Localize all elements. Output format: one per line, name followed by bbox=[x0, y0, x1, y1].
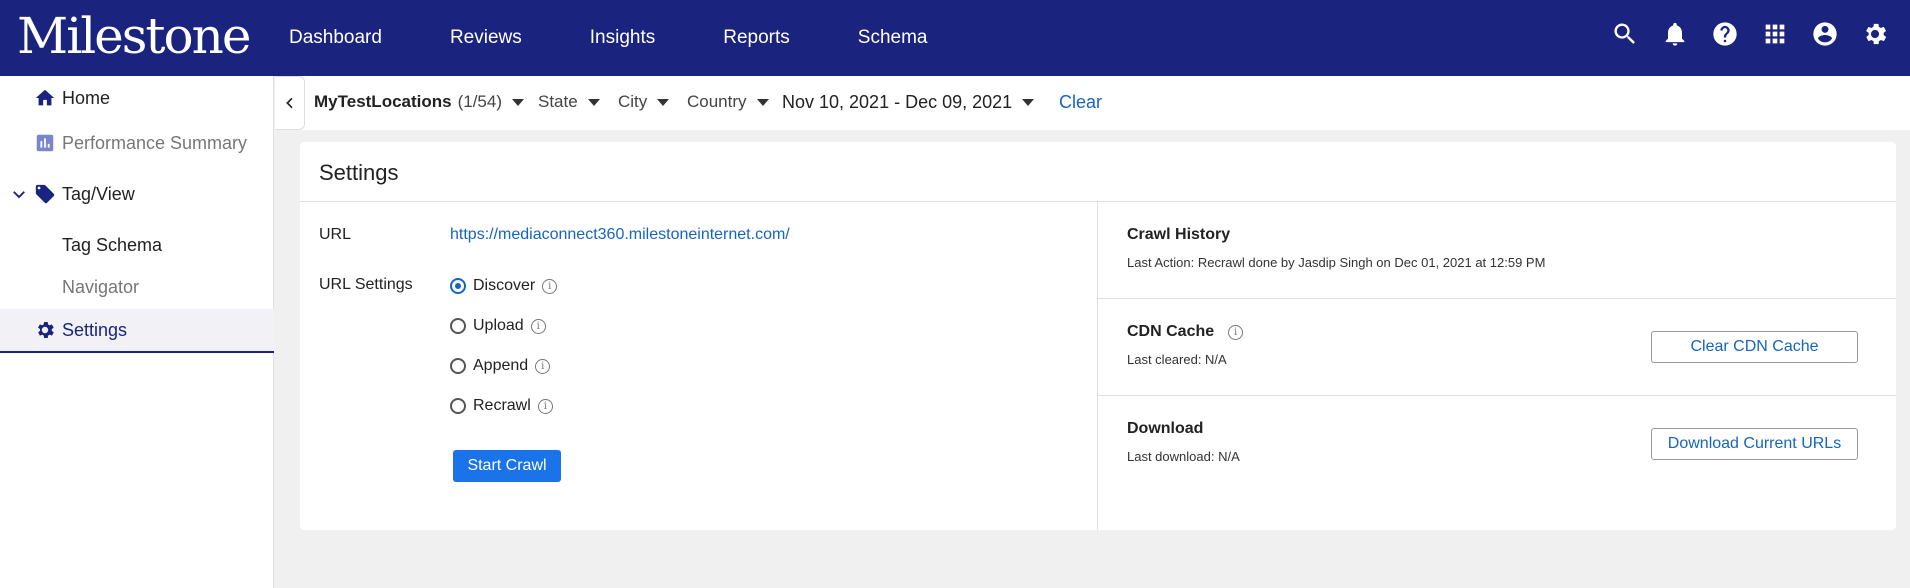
date-range-label: Nov 10, 2021 - Dec 09, 2021 bbox=[782, 92, 1013, 112]
caret-down-icon bbox=[1022, 99, 1035, 106]
crawl-history-last-action: Last Action: Recrawl done by Jasdip Sing… bbox=[1127, 255, 1546, 270]
radio-label: Append bbox=[473, 357, 529, 374]
sidebar-item-navigator[interactable]: Navigator bbox=[0, 265, 274, 309]
page-title: Settings bbox=[319, 160, 399, 185]
url-link[interactable]: https://mediaconnect360.milestoneinterne… bbox=[450, 226, 790, 244]
crawl-history-title: Crawl History bbox=[1127, 226, 1231, 243]
collapse-sidebar-button[interactable] bbox=[275, 76, 305, 130]
filter-bar: MyTestLocations (1/54) State City Countr… bbox=[275, 76, 1910, 130]
url-settings-label: URL Settings bbox=[319, 276, 413, 293]
cdn-cache-title-text: CDN Cache bbox=[1127, 323, 1215, 340]
url-label: URL bbox=[319, 226, 352, 243]
milestone-logo[interactable]: Milestone bbox=[17, 6, 251, 66]
cdn-cache-title: CDN Cache i bbox=[1127, 323, 1244, 341]
chevron-left-icon bbox=[285, 97, 293, 109]
clear-cdn-cache-button[interactable]: Clear CDN Cache bbox=[1651, 331, 1858, 363]
radio-label: Discover bbox=[473, 277, 536, 294]
settings-gear-icon[interactable] bbox=[1858, 16, 1892, 52]
location-count: (1/54) bbox=[457, 92, 503, 111]
caret-down-icon bbox=[657, 98, 670, 106]
radio-button[interactable] bbox=[450, 358, 466, 374]
info-icon[interactable]: i bbox=[537, 398, 553, 414]
info-icon[interactable]: i bbox=[542, 278, 558, 294]
radio-recrawl[interactable]: Recrawl i bbox=[450, 397, 553, 415]
cdn-cache-last-cleared: Last cleared: N/A bbox=[1127, 352, 1227, 367]
help-icon[interactable] bbox=[1708, 16, 1742, 52]
sidebar-item-label: Settings bbox=[62, 319, 128, 340]
info-icon[interactable]: i bbox=[530, 318, 546, 334]
crawl-history-section: Crawl History Last Action: Recrawl done … bbox=[1098, 202, 1896, 464]
nav-reports[interactable]: Reports bbox=[723, 27, 790, 49]
top-icons bbox=[1608, 16, 1892, 52]
nav-reviews[interactable]: Reviews bbox=[450, 27, 522, 49]
caret-down-icon bbox=[512, 98, 525, 106]
sidebar-item-label: Tag/View bbox=[62, 183, 135, 204]
location-name: MyTestLocations bbox=[314, 92, 452, 111]
radio-discover[interactable]: Discover i bbox=[450, 277, 558, 295]
sidebar-item-label: Performance Summary bbox=[62, 132, 248, 153]
account-icon[interactable] bbox=[1808, 16, 1842, 52]
city-filter-label: City bbox=[618, 92, 648, 111]
info-icon[interactable]: i bbox=[535, 358, 551, 374]
radio-button[interactable] bbox=[450, 278, 466, 294]
caret-down-icon bbox=[756, 98, 769, 106]
radio-label: Recrawl bbox=[473, 397, 531, 414]
caret-down-icon bbox=[587, 98, 600, 106]
city-filter[interactable]: City bbox=[618, 92, 670, 112]
radio-button[interactable] bbox=[450, 318, 466, 334]
sidebar-item-home[interactable]: Home bbox=[0, 76, 274, 120]
home-icon bbox=[33, 86, 57, 110]
download-current-urls-button[interactable]: Download Current URLs bbox=[1651, 428, 1858, 460]
tag-icon bbox=[33, 182, 57, 206]
divider bbox=[1098, 395, 1896, 396]
state-filter-label: State bbox=[538, 92, 578, 111]
country-filter-label: Country bbox=[687, 92, 747, 111]
start-crawl-button[interactable]: Start Crawl bbox=[453, 450, 561, 482]
download-title: Download bbox=[1127, 420, 1204, 437]
sidebar-item-settings[interactable]: Settings bbox=[0, 309, 274, 353]
info-icon[interactable]: i bbox=[1228, 324, 1244, 340]
sidebar-item-label: Tag Schema bbox=[62, 234, 163, 255]
chevron-down-icon[interactable] bbox=[10, 185, 28, 203]
radio-label: Upload bbox=[473, 317, 524, 334]
radio-button[interactable] bbox=[450, 398, 466, 414]
apps-grid-icon[interactable] bbox=[1758, 16, 1792, 52]
nav-schema[interactable]: Schema bbox=[858, 27, 928, 49]
bell-icon[interactable] bbox=[1658, 16, 1692, 52]
sidebar-item-performance-summary[interactable]: Performance Summary bbox=[0, 121, 274, 165]
sidebar-item-label: Home bbox=[62, 87, 111, 108]
gear-icon bbox=[33, 318, 57, 342]
radio-append[interactable]: Append i bbox=[450, 357, 551, 375]
bar-chart-icon bbox=[33, 131, 57, 155]
date-range-filter[interactable]: Nov 10, 2021 - Dec 09, 2021 bbox=[782, 92, 1035, 113]
search-icon[interactable] bbox=[1608, 16, 1642, 52]
state-filter[interactable]: State bbox=[538, 92, 600, 112]
divider bbox=[1098, 298, 1896, 299]
location-filter[interactable]: MyTestLocations (1/54) bbox=[314, 92, 525, 112]
sidebar-item-tag-view[interactable]: Tag/View bbox=[0, 172, 274, 216]
top-bar: Milestone Dashboard Reviews Insights Rep… bbox=[0, 0, 1910, 76]
sidebar-item-tag-schema[interactable]: Tag Schema bbox=[0, 223, 274, 267]
download-last-download: Last download: N/A bbox=[1127, 449, 1240, 464]
sidebar-item-label: Navigator bbox=[62, 276, 140, 297]
settings-card: Settings URL https://mediaconnect360.mil… bbox=[300, 142, 1896, 530]
nav-insights[interactable]: Insights bbox=[590, 27, 655, 49]
sidebar: Home Performance Summary Tag/View Tag Sc… bbox=[0, 76, 274, 588]
nav-dashboard[interactable]: Dashboard bbox=[289, 27, 382, 49]
radio-upload[interactable]: Upload i bbox=[450, 317, 546, 335]
clear-filters-link[interactable]: Clear bbox=[1059, 92, 1102, 113]
country-filter[interactable]: Country bbox=[687, 92, 769, 112]
main-nav: Dashboard Reviews Insights Reports Schem… bbox=[289, 0, 995, 76]
